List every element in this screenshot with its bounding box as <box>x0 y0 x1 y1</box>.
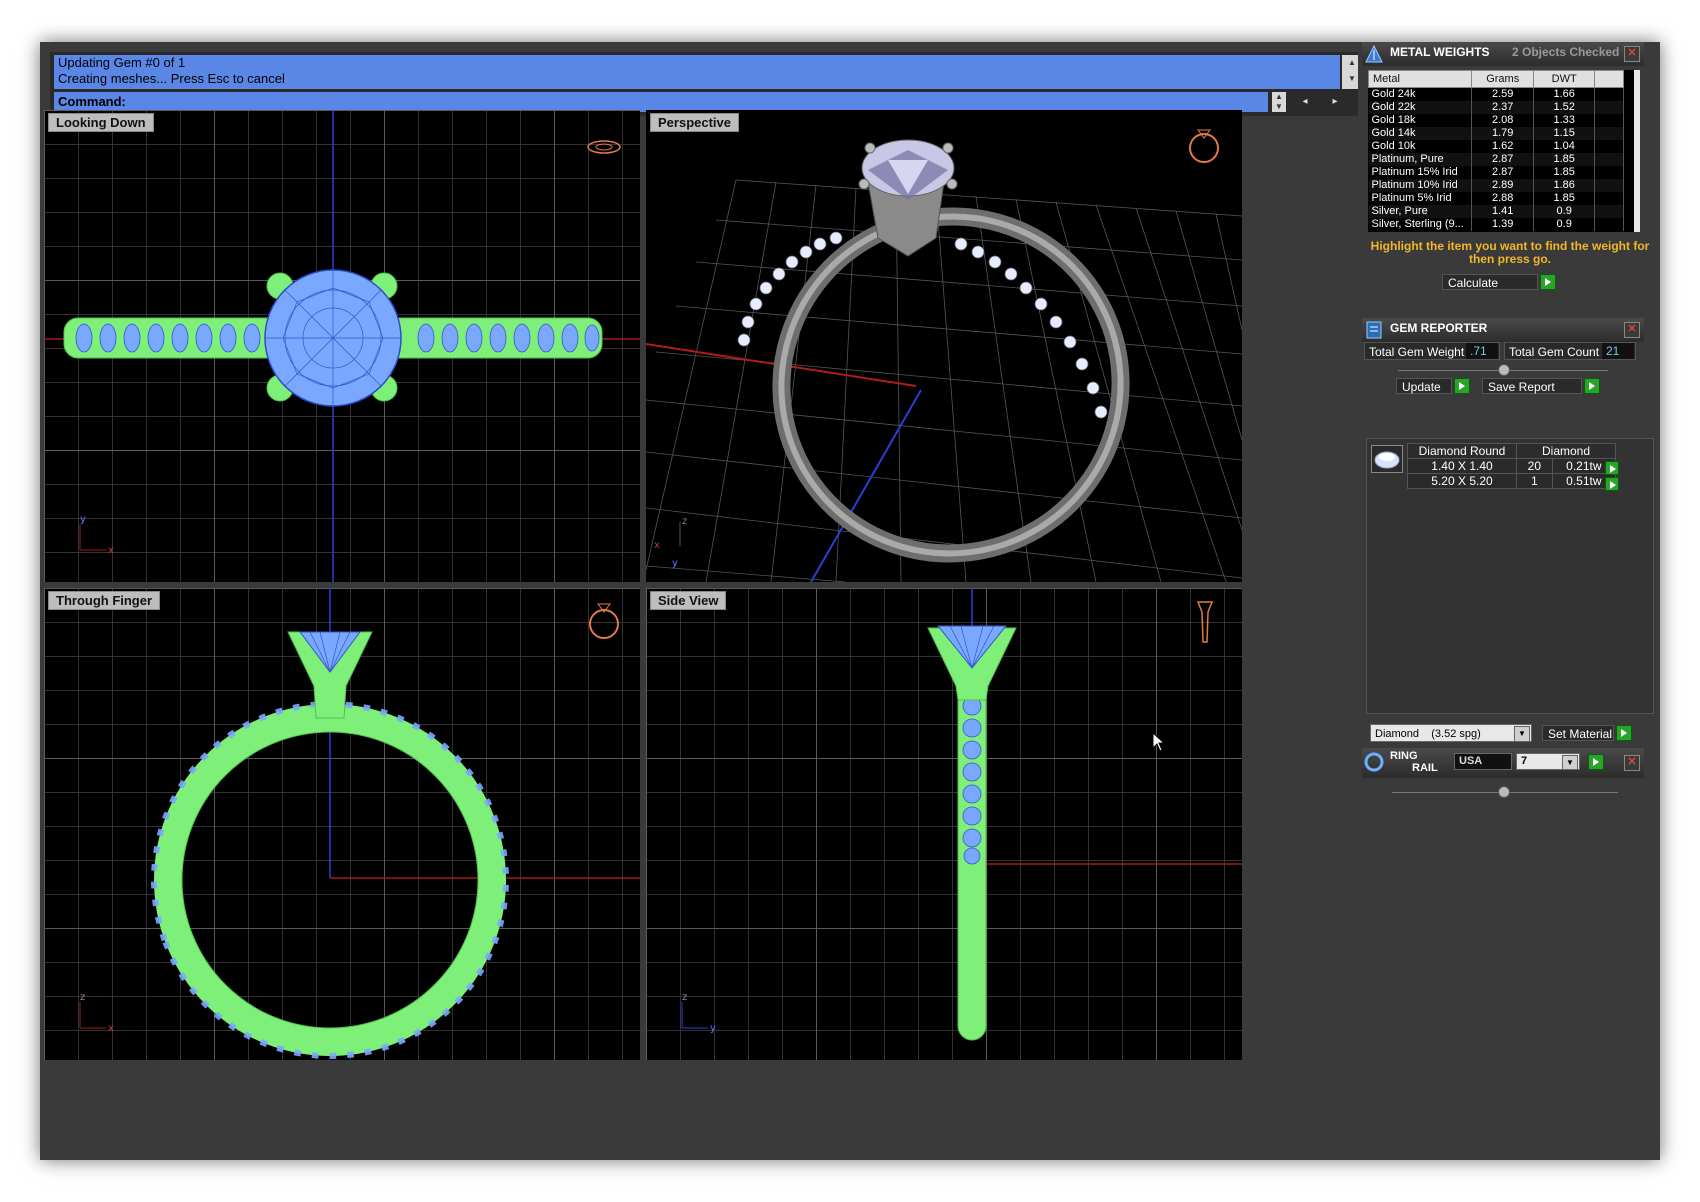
table-row[interactable]: Platinum 5% Irid 2.88 1.85 <box>1368 192 1624 205</box>
close-icon[interactable]: ✕ <box>1624 322 1640 338</box>
table-row[interactable]: Gold 14k 1.79 1.15 <box>1368 127 1624 140</box>
total-gem-count-value: 21 <box>1602 343 1634 359</box>
table-row[interactable]: Platinum, Pure 2.87 1.85 <box>1368 153 1624 166</box>
save-report-go-icon[interactable] <box>1584 378 1600 394</box>
gem-reporter-titlebar: GEM REPORTER ✕ <box>1362 318 1644 342</box>
table-row[interactable]: Platinum 10% Irid 2.89 1.86 <box>1368 179 1624 192</box>
calculate-go-icon[interactable] <box>1540 274 1556 290</box>
axis-label-y: y <box>672 558 678 569</box>
save-report-button[interactable]: Save Report <box>1482 378 1582 394</box>
objects-checked-status: 2 Objects Checked <box>1512 45 1620 59</box>
arrow-left-icon[interactable]: ◂ <box>1290 92 1320 112</box>
viewport-through-finger[interactable]: z x Through Finger <box>44 588 640 1060</box>
table-row[interactable]: Gold 22k 2.37 1.52 <box>1368 101 1624 114</box>
column-header <box>1594 70 1624 88</box>
viewport-label: Perspective <box>650 113 739 132</box>
column-header[interactable]: DWT <box>1533 70 1596 88</box>
viewport-label: Looking Down <box>48 113 154 132</box>
axis-label-z: z <box>682 516 687 527</box>
gem-material-header: Diamond <box>1516 443 1616 459</box>
table-row[interactable]: Silver, Sterling (9... 1.39 0.9 <box>1368 218 1624 231</box>
command-history: Updating Gem #0 of 1 Creating meshes... … <box>54 55 1340 89</box>
axis-label-y: y <box>80 514 86 525</box>
command-history-line: Updating Gem #0 of 1 <box>58 55 186 70</box>
update-go-icon[interactable] <box>1454 378 1470 394</box>
diamond-round-icon <box>1371 445 1403 473</box>
viewport-perspective[interactable]: z x y Perspective <box>646 110 1242 582</box>
ring-rail-title-line1: RING <box>1390 750 1418 762</box>
side-panel: METAL WEIGHTS 2 Objects Checked ✕ Metal … <box>1358 42 1660 1160</box>
axis-label-x: x <box>108 1023 114 1034</box>
command-area: Updating Gem #0 of 1 Creating meshes... … <box>50 52 1370 116</box>
mouse-cursor-icon <box>1152 732 1166 752</box>
axis-label-y: y <box>710 1023 716 1034</box>
close-icon[interactable]: ✕ <box>1624 46 1640 62</box>
arrow-right-icon[interactable]: ▸ <box>1320 92 1350 112</box>
country-select[interactable]: USA <box>1454 753 1512 770</box>
table-row[interactable]: Gold 18k 2.08 1.33 <box>1368 114 1624 127</box>
ring-rail-title-line2: RAIL <box>1412 762 1438 774</box>
viewport-side-view[interactable]: z y Side View <box>646 588 1242 1060</box>
column-header[interactable]: Grams <box>1471 70 1535 88</box>
table-row[interactable]: Gold 24k 2.59 1.66 <box>1368 87 1624 101</box>
panel-title: METAL WEIGHTS <box>1390 45 1490 59</box>
ring-size-select[interactable]: 7 ▼ <box>1516 753 1580 770</box>
gem-report-icon <box>1366 321 1382 339</box>
ring-rail-go-icon[interactable] <box>1588 754 1604 770</box>
calculate-button[interactable]: Calculate <box>1442 274 1538 290</box>
set-material-go-icon[interactable] <box>1616 725 1632 741</box>
command-spinner[interactable]: ▲ ▼ <box>1272 92 1286 112</box>
axis-label-x: x <box>654 540 660 551</box>
close-icon[interactable]: ✕ <box>1624 755 1640 771</box>
command-nav-arrows[interactable]: ◂ ▸ <box>1290 92 1362 112</box>
axis-label-x: x <box>108 545 114 556</box>
chevron-down-icon[interactable]: ▼ <box>1562 755 1578 770</box>
metal-weights-table[interactable]: Metal Grams DWT Gold 24k 2.59 1.66 Gold 22… <box>1368 70 1640 232</box>
axis-label-z: z <box>682 992 687 1003</box>
table-row[interactable]: Platinum 15% Irid 2.87 1.85 <box>1368 166 1624 179</box>
set-material-button[interactable]: Set Material <box>1542 725 1614 741</box>
command-input[interactable]: Command: <box>54 92 1268 112</box>
table-row[interactable]: Gold 10k 1.62 1.04 <box>1368 140 1624 153</box>
column-header[interactable]: Metal <box>1368 70 1473 88</box>
command-history-line: Creating meshes... Press Esc to cancel <box>58 71 285 86</box>
metal-weights-scrollbar[interactable] <box>1634 70 1640 232</box>
viewport-label: Side View <box>650 591 727 610</box>
table-row[interactable]: Silver, Pure 1.41 0.9 <box>1368 205 1624 218</box>
axis-label-z: z <box>80 992 85 1003</box>
table-row[interactable]: 5.20 X 5.20 1 0.51tw <box>1407 473 1617 489</box>
table-row[interactable]: 1.40 X 1.40 20 0.21tw <box>1407 458 1617 474</box>
gem-table[interactable]: Diamond Round Diamond 1.40 X 1.40 20 0.2… <box>1407 443 1617 489</box>
gem-shape-header: Diamond Round <box>1407 443 1517 459</box>
viewport-looking-down[interactable]: y x Looking Down <box>44 110 640 582</box>
slider-knob[interactable] <box>1498 786 1510 798</box>
row-go-icon[interactable] <box>1605 477 1619 491</box>
ring-rail-titlebar: RING RAIL USA 7 ▼ ✕ <box>1362 748 1644 778</box>
metal-weights-hint: Highlight the item you want to find the … <box>1370 239 1650 266</box>
viewport-label: Through Finger <box>48 591 161 610</box>
total-gem-weight-value: .71 <box>1466 343 1498 359</box>
chevron-down-icon[interactable]: ▼ <box>1514 726 1530 742</box>
app-window: Updating Gem #0 of 1 Creating meshes... … <box>40 42 1660 1160</box>
row-go-icon[interactable] <box>1605 461 1619 475</box>
panel-title: GEM REPORTER <box>1390 321 1488 335</box>
gem-list: Diamond Round Diamond 1.40 X 1.40 20 0.2… <box>1366 438 1654 714</box>
update-button[interactable]: Update <box>1396 378 1452 394</box>
material-select[interactable]: Diamond (3.52 spg) ▼ <box>1370 724 1532 742</box>
scale-icon <box>1365 44 1383 63</box>
ring-icon <box>1364 752 1384 772</box>
metal-weights-titlebar: METAL WEIGHTS 2 Objects Checked ✕ <box>1362 42 1644 66</box>
slider-knob[interactable] <box>1498 364 1510 376</box>
